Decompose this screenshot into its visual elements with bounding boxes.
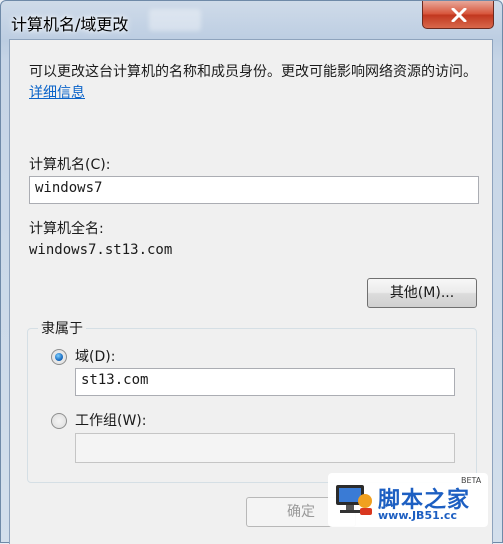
title-bar[interactable]: 计算机名/域更改 [1, 1, 502, 39]
close-icon [451, 8, 467, 22]
close-button[interactable] [422, 1, 494, 29]
dialog-content: 可以更改这台计算机的名称和成员身份。更改可能影响网络资源的访问。详细信息 计算机… [9, 39, 493, 544]
description-text: 可以更改这台计算机的名称和成员身份。更改可能影响网络资源的访问。 [29, 64, 477, 80]
full-name-value: windows7.st13.com [29, 242, 173, 258]
member-of-title: 隶属于 [38, 318, 86, 338]
domain-radio[interactable] [51, 349, 67, 365]
background-blur [149, 9, 201, 31]
full-name-label: 计算机全名: [29, 221, 104, 237]
workgroup-input[interactable] [75, 433, 455, 463]
workgroup-radio[interactable] [51, 413, 67, 429]
domain-label: 域(D): [75, 349, 116, 365]
site-watermark: BETA 脚本之家 www.JB51.cc [328, 473, 488, 527]
member-of-group: 隶属于 域(D): st13.com 工作组(W): [27, 318, 477, 483]
computer-name-value: windows7 [35, 180, 103, 196]
details-link[interactable]: 详细信息 [29, 85, 85, 101]
workgroup-label: 工作组(W): [75, 413, 147, 429]
domain-input[interactable]: st13.com [75, 368, 455, 396]
description: 可以更改这台计算机的名称和成员身份。更改可能影响网络资源的访问。详细信息 [29, 62, 479, 104]
radio-selected-dot [55, 353, 63, 361]
computer-name-label: 计算机名(C): [29, 157, 111, 173]
computer-logo-icon [336, 485, 372, 515]
dialog-window: 计算机名/域更改 可以更改这台计算机的名称和成员身份。更改可能影响网络资源的访问… [0, 0, 503, 544]
watermark-url: www.JB51.cc [378, 509, 457, 522]
computer-name-input[interactable]: windows7 [29, 176, 479, 204]
window-title: 计算机名/域更改 [11, 15, 129, 34]
more-button[interactable]: 其他(M)... [367, 278, 477, 308]
domain-value: st13.com [81, 372, 149, 388]
